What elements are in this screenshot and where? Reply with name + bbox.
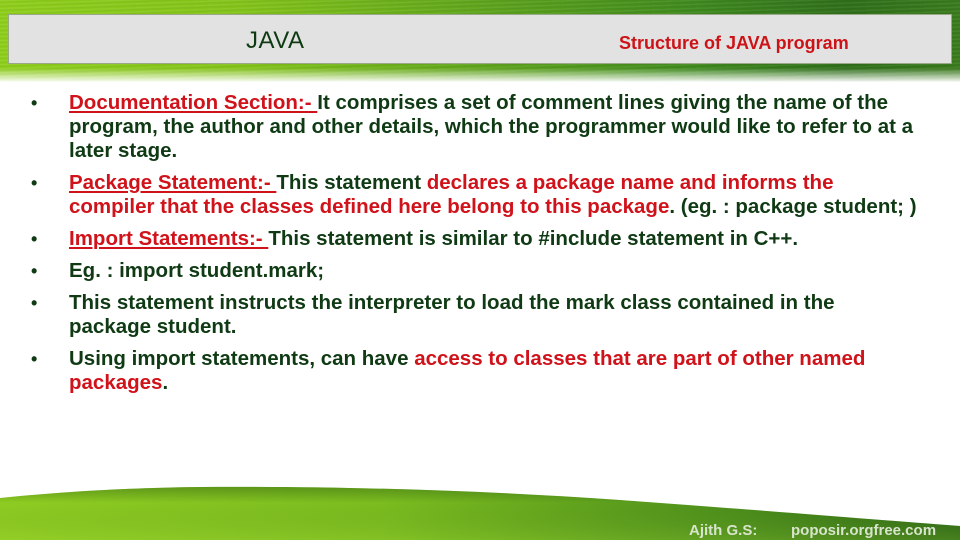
bullet-icon: • bbox=[31, 93, 38, 113]
bullet-item-package: • Package Statement:- This statement dec… bbox=[20, 171, 920, 219]
bullet-text: This statement instructs the interpreter… bbox=[69, 291, 835, 338]
bullet-text: . (eg. : package student; ) bbox=[669, 195, 917, 218]
bullet-heading: Documentation Section:- bbox=[69, 91, 318, 114]
bullet-heading: Package Statement:- bbox=[69, 171, 277, 194]
bullet-icon: • bbox=[31, 229, 38, 249]
bullet-text: Eg. : import student.mark; bbox=[69, 259, 325, 282]
bullet-icon: • bbox=[31, 293, 38, 313]
bullet-heading: Import Statements:- bbox=[69, 227, 269, 250]
bullet-item-access: • Using import statements, can have acce… bbox=[20, 347, 920, 395]
slide-subtitle: Structure of JAVA program bbox=[619, 33, 849, 53]
bullet-icon: • bbox=[31, 349, 38, 369]
bullet-text: This statement bbox=[276, 171, 427, 194]
bullet-text: . bbox=[162, 371, 169, 394]
bullet-icon: • bbox=[31, 261, 38, 281]
bullet-list: • Documentation Section:- It comprises a… bbox=[20, 91, 920, 397]
bullet-item-example: • Eg. : import student.mark; bbox=[20, 259, 920, 283]
slide-title: JAVA bbox=[246, 27, 305, 54]
bullet-text: Using import statements, can have bbox=[69, 347, 415, 370]
bullet-item-documentation: • Documentation Section:- It comprises a… bbox=[20, 91, 920, 163]
bullet-icon: • bbox=[31, 173, 38, 193]
bullet-text: This statement is similar to #include st… bbox=[268, 227, 799, 250]
bullet-item-import: • Import Statements:- This statement is … bbox=[20, 227, 920, 251]
bullet-item-instruction: • This statement instructs the interpret… bbox=[20, 291, 920, 339]
footer-author: Ajith G.S: bbox=[689, 522, 758, 539]
footer-site-link[interactable]: poposir.orgfree.com bbox=[791, 522, 936, 539]
